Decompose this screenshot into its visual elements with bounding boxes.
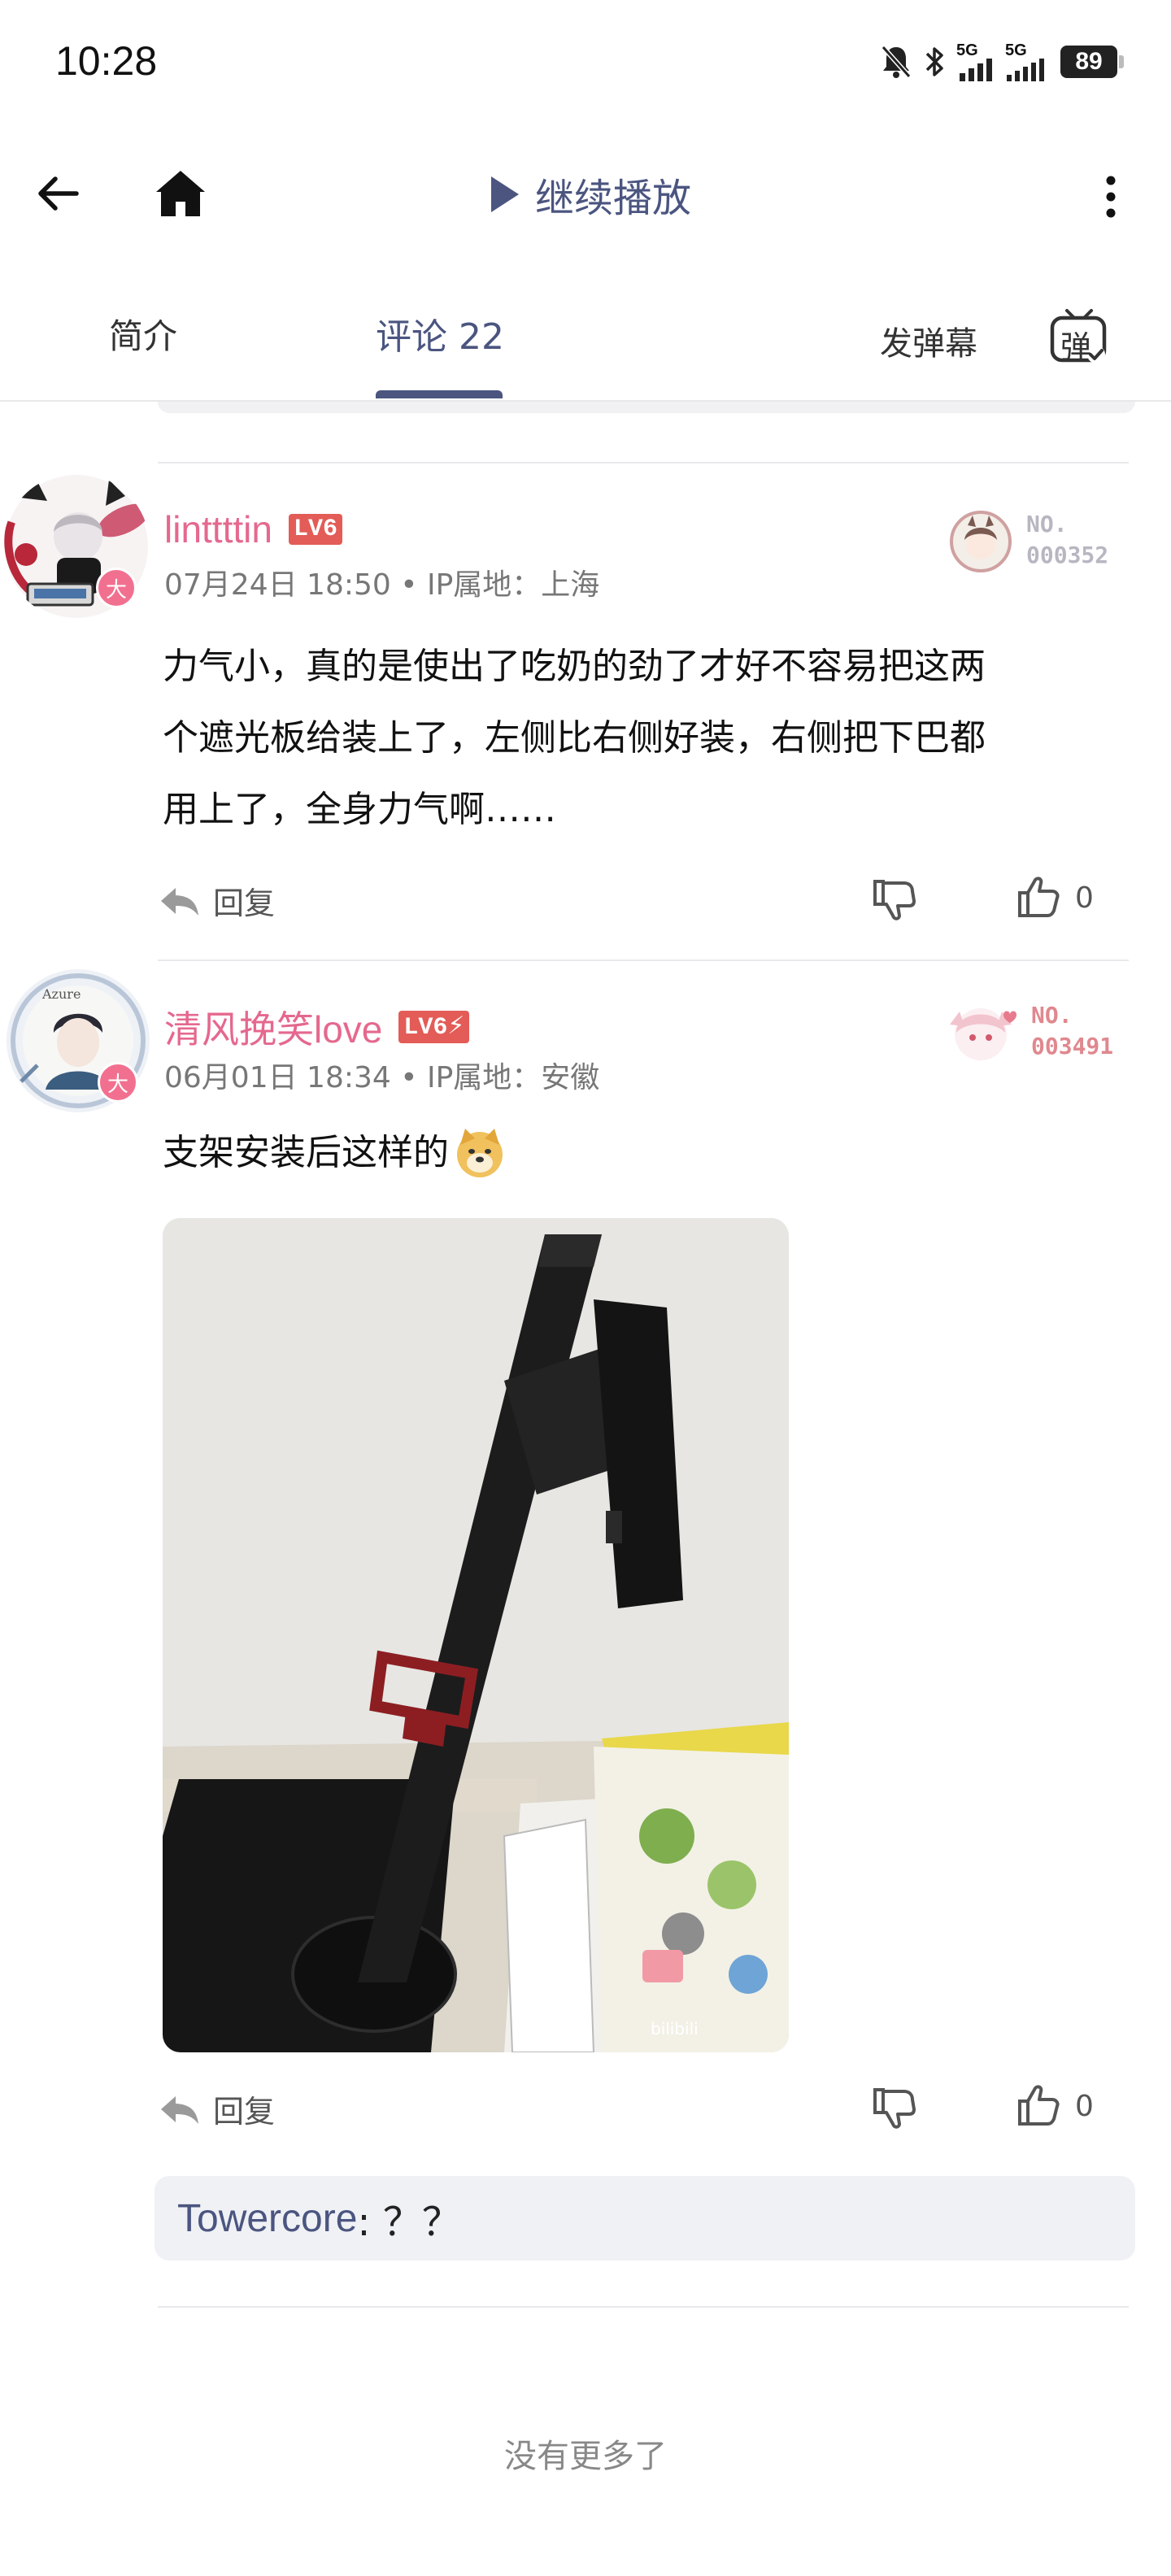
like-icon — [1018, 877, 1060, 917]
comment-text-content: 支架安装后这样的 — [163, 1132, 449, 1173]
sub-reply-text: : ？？ — [357, 2200, 461, 2245]
level-text: LV6 — [403, 1014, 448, 1042]
like-button[interactable]: 0 — [1015, 2083, 1094, 2129]
avatar[interactable]: Azure 大 — [5, 968, 151, 1114]
comment-ip: IP属地：上海 — [426, 568, 600, 602]
send-danmaku-button[interactable]: 发弹幕 — [880, 317, 977, 364]
active-tab-indicator — [376, 390, 503, 398]
reply-button[interactable]: 回复 — [158, 878, 275, 923]
network-label-2: 5G — [1005, 41, 1027, 59]
comment-meta: 07月24日 18:50 • IP属地：上海 — [164, 561, 599, 603]
signal-1: 5G — [956, 42, 995, 81]
status-bar: 10:28 5G 5G 89 — [0, 0, 1171, 130]
vip-badge: 大 — [98, 1062, 138, 1103]
comment-date: 07月24日 18:50 — [164, 568, 391, 602]
comment-meta: 06月01日 18:34 • IP属地：安徽 — [164, 1054, 599, 1096]
signal-bars-icon — [960, 59, 992, 81]
reply-arrow-icon — [161, 887, 198, 916]
doge-emoji-icon — [457, 1129, 503, 1177]
comment-text-line: 用上了，全身力气啊…… — [163, 789, 556, 830]
like-button[interactable]: 0 — [1015, 875, 1094, 920]
dislike-icon[interactable] — [870, 877, 919, 922]
signal-2: 5G — [1005, 42, 1051, 81]
signal-bars-icon — [1007, 59, 1044, 81]
meta-dot: • — [400, 1061, 427, 1094]
mute-bell-icon — [881, 46, 912, 78]
comment-item: Azure 大 清风挽笑love LV6⚡ 06月01日 18:34 • IP属… — [0, 968, 1171, 2130]
home-icon[interactable] — [155, 168, 207, 220]
username[interactable]: linttttin — [164, 507, 272, 551]
dislike-icon[interactable] — [870, 2085, 919, 2130]
comment-item: 大 linttttin LV6 07月24日 18:50 • IP属地：上海 N… — [0, 473, 1171, 956]
comment-image[interactable]: bilibili — [163, 1218, 789, 2052]
battery-indicator: 89 — [1060, 46, 1124, 78]
reply-button[interactable]: 回复 — [158, 2086, 275, 2131]
reply-label: 回复 — [213, 2094, 276, 2130]
status-icons: 5G 5G 89 — [880, 42, 1124, 81]
username[interactable]: 清风挽笑love — [164, 1000, 382, 1054]
like-icon — [1018, 2085, 1060, 2126]
comment-text-line: 力气小，真的是使出了吃奶的劲了才好不容易把这两 — [163, 646, 986, 687]
network-label-1: 5G — [956, 41, 978, 59]
sub-reply-user[interactable]: Towercore — [177, 2196, 357, 2241]
danmaku-icon-char: 弹 — [1060, 329, 1092, 365]
danmaku-toggle-icon[interactable]: 弹 — [1049, 307, 1109, 368]
like-count: 0 — [1075, 881, 1094, 915]
comment-header: 清风挽笑love LV6⚡ — [164, 1000, 470, 1054]
like-count: 0 — [1075, 2089, 1094, 2123]
bluetooth-icon — [925, 47, 943, 76]
comment-text: 支架安装后这样的 — [163, 1117, 507, 1189]
sub-reply-preview[interactable]: Towercore : ？？ — [155, 2176, 1135, 2261]
reply-arrow-icon — [161, 2095, 198, 2124]
monitor-stand-photo: bilibili — [163, 1218, 789, 2052]
comment-date: 06月01日 18:34 — [164, 1061, 391, 1094]
divider — [158, 959, 1129, 961]
tab-intro[interactable]: 简介 — [109, 309, 177, 359]
fan-medal-avatar — [942, 1000, 1020, 1065]
fan-number-value: 000352 — [1026, 542, 1109, 568]
play-icon — [491, 176, 519, 212]
fan-number: NO. 000352 — [1026, 509, 1108, 571]
fan-medal-avatar — [948, 509, 1013, 574]
comment-header: linttttin LV6 — [164, 507, 342, 551]
fan-number-value: 003491 — [1031, 1033, 1114, 1060]
svg-text:Azure: Azure — [41, 986, 81, 1002]
divider — [158, 462, 1129, 463]
reply-label: 回复 — [213, 886, 276, 921]
vip-badge: 大 — [96, 568, 137, 608]
back-arrow-icon[interactable] — [36, 171, 81, 216]
fan-number: NO. 003491 — [1031, 1000, 1113, 1062]
continue-play-label: 继续播放 — [535, 176, 692, 221]
avatar[interactable]: 大 — [3, 473, 150, 620]
no-more-text: 没有更多了 — [504, 2438, 667, 2475]
fan-number-label: NO. — [1026, 511, 1068, 537]
divider — [158, 2306, 1129, 2308]
level-badge: LV6 — [288, 514, 342, 545]
lightning-icon: ⚡ — [447, 1012, 465, 1040]
photo-watermark: bilibili — [651, 2019, 699, 2039]
meta-dot: • — [400, 568, 427, 602]
comment-ip: IP属地：安徽 — [426, 1061, 600, 1094]
continue-play-button[interactable]: 继续播放 — [488, 168, 691, 221]
more-vertical-icon[interactable] — [1099, 174, 1122, 220]
status-time: 10:28 — [55, 38, 158, 84]
comment-text-line: 个遮光板给装上了，左侧比右侧好装，右侧把下巴都 — [163, 717, 986, 759]
previous-card-edge — [158, 402, 1135, 413]
fan-number-label: NO. — [1031, 1002, 1073, 1029]
tab-comments[interactable]: 评论 22 — [376, 307, 504, 359]
level-badge: LV6⚡ — [398, 1011, 470, 1043]
comment-text: 力气小，真的是使出了吃奶的劲了才好不容易把这两 个遮光板给装上了，左侧比右侧好装… — [163, 631, 1138, 846]
